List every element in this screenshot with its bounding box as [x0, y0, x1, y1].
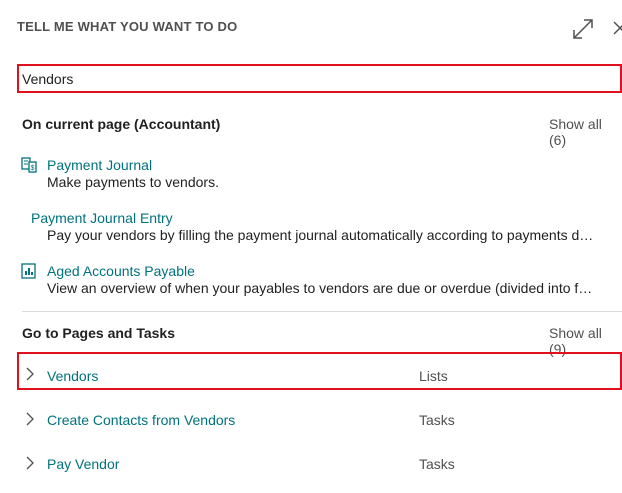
section-title-pages-tasks: Go to Pages and Tasks: [22, 325, 176, 341]
search-input[interactable]: [22, 69, 612, 89]
result-title[interactable]: Payment Journal: [47, 157, 152, 173]
task-name[interactable]: Pay Vendor: [47, 456, 119, 472]
task-row-pay-vendor[interactable]: Pay Vendor Tasks: [17, 442, 622, 480]
task-name[interactable]: Vendors: [47, 368, 98, 384]
task-row-create-contacts[interactable]: Create Contacts from Vendors Tasks: [17, 398, 622, 436]
chevron-right-icon: [26, 456, 34, 470]
result-description: Pay your vendors by filling the payment …: [47, 227, 594, 243]
report-icon: [21, 263, 36, 279]
dialog-title: TELL ME WHAT YOU WANT TO DO: [17, 19, 238, 34]
task-name[interactable]: Create Contacts from Vendors: [47, 412, 235, 428]
chevron-right-icon: [26, 412, 34, 426]
task-category: Tasks: [419, 412, 455, 428]
section-title-current-page: On current page (Accountant): [22, 116, 221, 132]
journal-icon: $: [21, 157, 37, 173]
task-row-vendors[interactable]: Vendors Lists: [17, 352, 622, 390]
svg-text:$: $: [31, 165, 35, 172]
search-field[interactable]: [17, 64, 622, 93]
expand-icon[interactable]: [570, 16, 596, 42]
task-category: Tasks: [419, 456, 455, 472]
section-divider: [22, 311, 622, 312]
result-title[interactable]: Aged Accounts Payable: [47, 263, 195, 279]
close-icon[interactable]: [612, 18, 622, 38]
result-description: Make payments to vendors.: [47, 174, 219, 190]
task-category: Lists: [419, 368, 448, 384]
result-title[interactable]: Payment Journal Entry: [31, 210, 173, 226]
show-all-current-page-link[interactable]: Show all (6): [549, 116, 622, 148]
chevron-right-icon: [26, 367, 34, 381]
result-description: View an overview of when your payables t…: [47, 280, 595, 296]
